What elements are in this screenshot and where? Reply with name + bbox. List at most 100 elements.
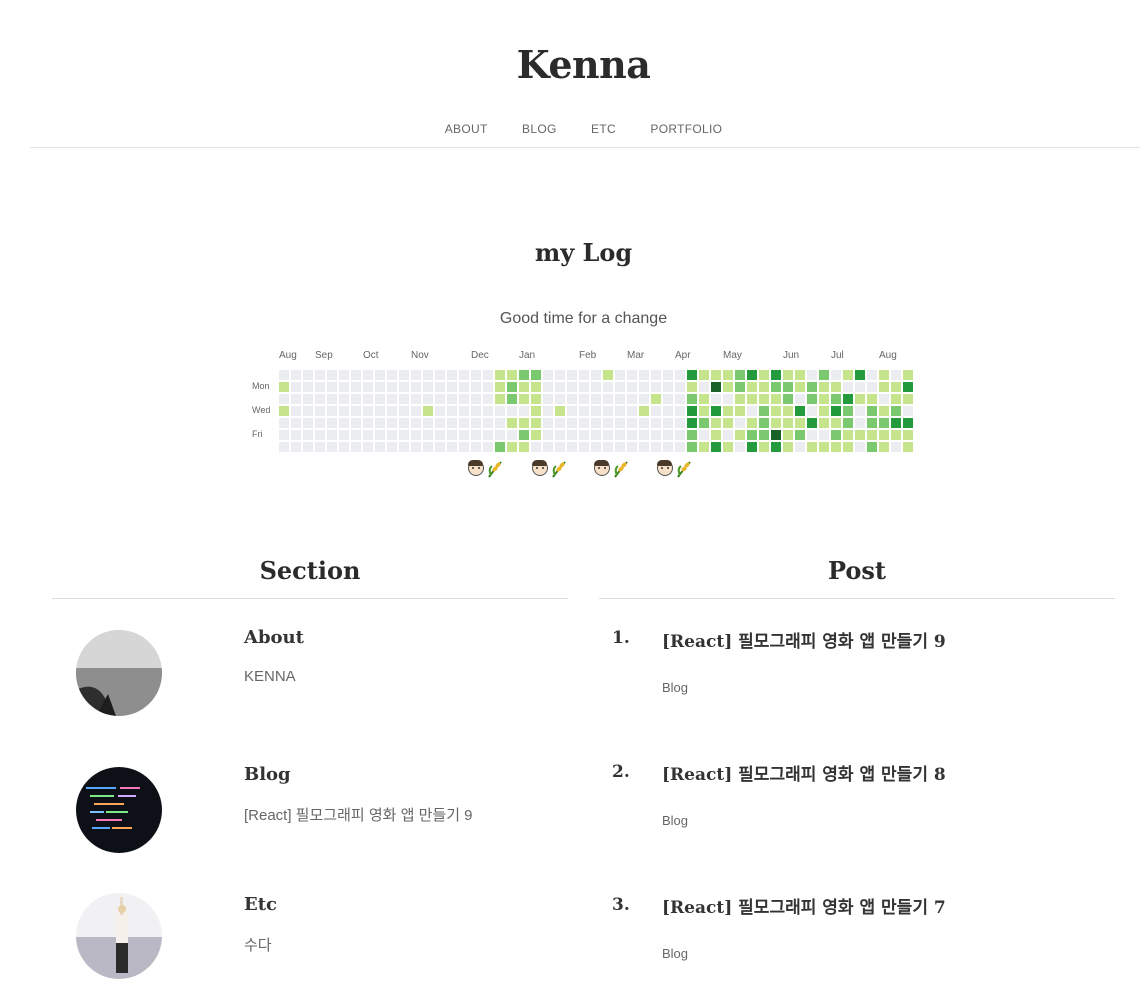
heatmap-cell bbox=[579, 442, 589, 452]
post-category[interactable]: Blog bbox=[662, 946, 688, 961]
section-etc-title[interactable]: Etc bbox=[244, 894, 277, 915]
post-category[interactable]: Blog bbox=[662, 680, 688, 695]
post-title-link[interactable]: [React] 필모그래피 영화 앱 만들기 8 bbox=[662, 760, 946, 785]
heatmap-cell bbox=[507, 442, 517, 452]
heatmap-cell bbox=[459, 430, 469, 440]
boy-face-icon bbox=[657, 460, 673, 476]
heatmap-cell bbox=[279, 442, 289, 452]
heatmap-cell bbox=[891, 382, 901, 392]
heatmap-cell bbox=[759, 406, 769, 416]
heatmap-cell bbox=[339, 430, 349, 440]
heatmap-cell bbox=[675, 394, 685, 404]
heatmap-cell bbox=[627, 442, 637, 452]
heatmap-cell bbox=[591, 382, 601, 392]
heatmap-cell bbox=[723, 430, 733, 440]
emoji-row bbox=[468, 460, 708, 484]
heatmap-cell bbox=[291, 442, 301, 452]
heatmap-cell bbox=[303, 430, 313, 440]
post-title-link[interactable]: [React] 필모그래피 영화 앱 만들기 9 bbox=[662, 627, 946, 652]
heatmap-cell bbox=[807, 382, 817, 392]
heatmap-cell bbox=[303, 382, 313, 392]
heatmap-cell bbox=[483, 370, 493, 380]
heatmap-cell bbox=[387, 394, 397, 404]
heatmap-cell bbox=[615, 430, 625, 440]
heatmap-cell bbox=[459, 382, 469, 392]
nav-portfolio[interactable]: PORTFOLIO bbox=[650, 122, 722, 136]
month-label: Nov bbox=[411, 350, 429, 361]
etc-avatar[interactable] bbox=[76, 893, 162, 979]
post-category[interactable]: Blog bbox=[662, 813, 688, 828]
heatmap-cell bbox=[879, 418, 889, 428]
heatmap-cell bbox=[783, 394, 793, 404]
heatmap-cell bbox=[375, 394, 385, 404]
heatmap-cell bbox=[687, 406, 697, 416]
heatmap-cell bbox=[543, 430, 553, 440]
heatmap-cell bbox=[723, 394, 733, 404]
month-label: Aug bbox=[879, 350, 897, 361]
nav-blog[interactable]: BLOG bbox=[522, 122, 557, 136]
heatmap-cell bbox=[759, 442, 769, 452]
heatmap-cell bbox=[507, 430, 517, 440]
heatmap-cell bbox=[711, 418, 721, 428]
heatmap-cell bbox=[651, 370, 661, 380]
heatmap-cell bbox=[615, 394, 625, 404]
heatmap-cell bbox=[687, 418, 697, 428]
heatmap-cell bbox=[339, 418, 349, 428]
heatmap-cell bbox=[291, 430, 301, 440]
heatmap-cell bbox=[855, 370, 865, 380]
heatmap-cell bbox=[759, 430, 769, 440]
heatmap-cell bbox=[471, 394, 481, 404]
blog-avatar[interactable] bbox=[76, 767, 162, 853]
heatmap-cell bbox=[663, 382, 673, 392]
heatmap-cell bbox=[447, 442, 457, 452]
heatmap-cell bbox=[651, 418, 661, 428]
heatmap-cell bbox=[423, 370, 433, 380]
heatmap-cell bbox=[351, 406, 361, 416]
about-avatar[interactable] bbox=[76, 630, 162, 716]
heatmap-cell bbox=[639, 382, 649, 392]
heatmap-cell bbox=[387, 406, 397, 416]
heatmap-cell bbox=[639, 430, 649, 440]
heatmap-cell bbox=[471, 382, 481, 392]
heatmap-cell bbox=[591, 370, 601, 380]
heatmap-cell bbox=[807, 418, 817, 428]
heatmap-cell bbox=[435, 442, 445, 452]
heatmap-cell bbox=[435, 430, 445, 440]
heatmap-cell bbox=[855, 394, 865, 404]
heatmap-cell bbox=[795, 442, 805, 452]
heatmap-cell bbox=[351, 430, 361, 440]
heatmap-cell bbox=[423, 442, 433, 452]
heatmap-cell bbox=[747, 394, 757, 404]
heatmap-cell bbox=[615, 418, 625, 428]
heatmap-cell bbox=[651, 394, 661, 404]
heatmap-cell bbox=[567, 406, 577, 416]
heatmap-cell bbox=[555, 418, 565, 428]
heatmap-cell bbox=[279, 418, 289, 428]
heatmap-cell bbox=[879, 430, 889, 440]
heatmap-cell bbox=[579, 430, 589, 440]
post-title-link[interactable]: [React] 필모그래피 영화 앱 만들기 7 bbox=[662, 893, 946, 918]
log-title: my Log bbox=[534, 238, 633, 267]
heatmap-cell bbox=[531, 382, 541, 392]
site-title[interactable]: Kenna bbox=[0, 42, 1148, 87]
heatmap-cell bbox=[471, 370, 481, 380]
nav-etc[interactable]: ETC bbox=[591, 122, 616, 136]
heatmap-cell bbox=[651, 382, 661, 392]
post-number: 2. bbox=[612, 762, 630, 782]
heatmap-cell bbox=[771, 406, 781, 416]
section-about-title[interactable]: About bbox=[244, 627, 304, 648]
month-label: Sep bbox=[315, 350, 333, 361]
heatmap-cell bbox=[891, 370, 901, 380]
heatmap-cell bbox=[891, 406, 901, 416]
section-blog-title[interactable]: Blog bbox=[244, 764, 291, 785]
heatmap-cell bbox=[363, 418, 373, 428]
heatmap-cell bbox=[315, 382, 325, 392]
heatmap-cell bbox=[531, 430, 541, 440]
nav-about[interactable]: ABOUT bbox=[445, 122, 488, 136]
heatmap-cell bbox=[435, 394, 445, 404]
heatmap-cell bbox=[315, 406, 325, 416]
heatmap-cell bbox=[615, 406, 625, 416]
heatmap-cell bbox=[699, 370, 709, 380]
heatmap-cell bbox=[483, 394, 493, 404]
heatmap-cell bbox=[495, 406, 505, 416]
